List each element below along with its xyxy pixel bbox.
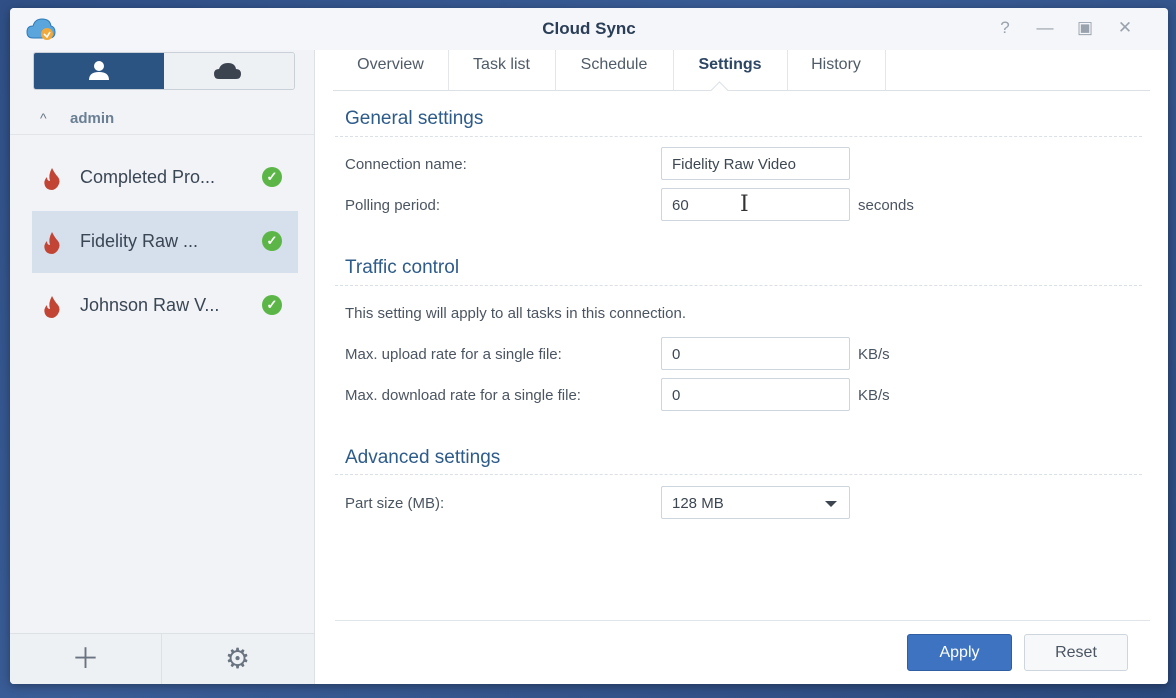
tab-history[interactable]: History — [787, 50, 886, 90]
provider-flame-icon — [44, 232, 60, 254]
status-ok-icon: ✓ — [262, 231, 282, 251]
download-unit: KB/s — [858, 387, 890, 404]
sidebar: ^ admin Completed Pro... ✓ Fidelity Raw … — [10, 50, 315, 684]
connection-item[interactable]: Johnson Raw V... ✓ — [32, 275, 298, 337]
polling-unit: seconds — [858, 197, 914, 214]
user-icon — [89, 61, 109, 80]
general-settings-title: General settings — [345, 108, 484, 129]
view-switch — [33, 52, 295, 90]
text-cursor-icon: I — [740, 192, 749, 217]
divider — [335, 136, 1142, 137]
connection-name: Fidelity Raw ... — [80, 231, 199, 251]
tab-task-list[interactable]: Task list — [448, 50, 556, 90]
connection-item-selected[interactable]: Fidelity Raw ... ✓ — [32, 211, 298, 273]
gear-icon: ⚙ — [224, 643, 251, 674]
tab-settings[interactable]: Settings — [673, 50, 788, 90]
settings-button[interactable]: ⚙ — [162, 634, 313, 684]
traffic-control-title: Traffic control — [345, 257, 460, 278]
connection-item[interactable]: Completed Pro... ✓ — [32, 147, 298, 209]
apply-button[interactable]: Apply — [907, 634, 1012, 671]
part-size-select[interactable]: 128 MB — [661, 486, 850, 519]
polling-period-input[interactable]: 60 — [661, 188, 850, 221]
connection-name: Completed Pro... — [80, 167, 216, 187]
sidebar-footer: ＋ ⚙ — [10, 633, 314, 684]
help-icon[interactable]: ? — [994, 17, 1016, 39]
provider-flame-icon — [44, 296, 60, 318]
polling-period-label: Polling period: — [345, 197, 441, 214]
cloud-icon — [214, 63, 241, 79]
tab-overview[interactable]: Overview — [333, 50, 449, 90]
upload-unit: KB/s — [858, 346, 890, 363]
cloud-view-button[interactable] — [164, 53, 294, 89]
cloud-sync-window: Cloud Sync ? — ▣ ✕ ^ admin Completed Pro… — [10, 8, 1168, 684]
minimize-icon[interactable]: — — [1034, 17, 1056, 39]
plus-icon: ＋ — [71, 643, 100, 674]
advanced-settings-title: Advanced settings — [345, 447, 501, 468]
dropdown-caret-icon — [825, 501, 837, 507]
divider — [335, 474, 1142, 475]
reset-button[interactable]: Reset — [1024, 634, 1128, 671]
status-ok-icon: ✓ — [262, 295, 282, 315]
connection-name-input[interactable]: Fidelity Raw Video — [661, 147, 850, 180]
user-view-button[interactable] — [34, 53, 164, 89]
upload-rate-input[interactable]: 0 — [661, 337, 850, 370]
tab-bar: Overview Task list Schedule Settings His… — [333, 50, 1150, 91]
group-header[interactable]: ^ admin — [10, 102, 314, 135]
add-connection-button[interactable]: ＋ — [10, 634, 162, 684]
provider-flame-icon — [44, 168, 60, 190]
footer-divider — [335, 620, 1150, 621]
traffic-note: This setting will apply to all tasks in … — [345, 305, 686, 322]
part-size-label: Part size (MB): — [345, 495, 445, 512]
download-rate-input[interactable]: 0 — [661, 378, 850, 411]
tab-schedule[interactable]: Schedule — [555, 50, 674, 90]
divider — [335, 285, 1142, 286]
maximize-icon[interactable]: ▣ — [1074, 17, 1096, 39]
close-icon[interactable]: ✕ — [1114, 17, 1136, 39]
status-ok-icon: ✓ — [262, 167, 282, 187]
upload-rate-label: Max. upload rate for a single file: — [345, 346, 562, 363]
connection-name: Johnson Raw V... — [80, 295, 220, 315]
title-bar: Cloud Sync ? — ▣ ✕ — [10, 8, 1168, 50]
group-label: admin — [70, 110, 115, 127]
connection-name-label: Connection name: — [345, 156, 467, 173]
chevron-up-icon: ^ — [40, 110, 47, 126]
download-rate-label: Max. download rate for a single file: — [345, 387, 581, 404]
part-size-value: 128 MB — [672, 495, 724, 512]
